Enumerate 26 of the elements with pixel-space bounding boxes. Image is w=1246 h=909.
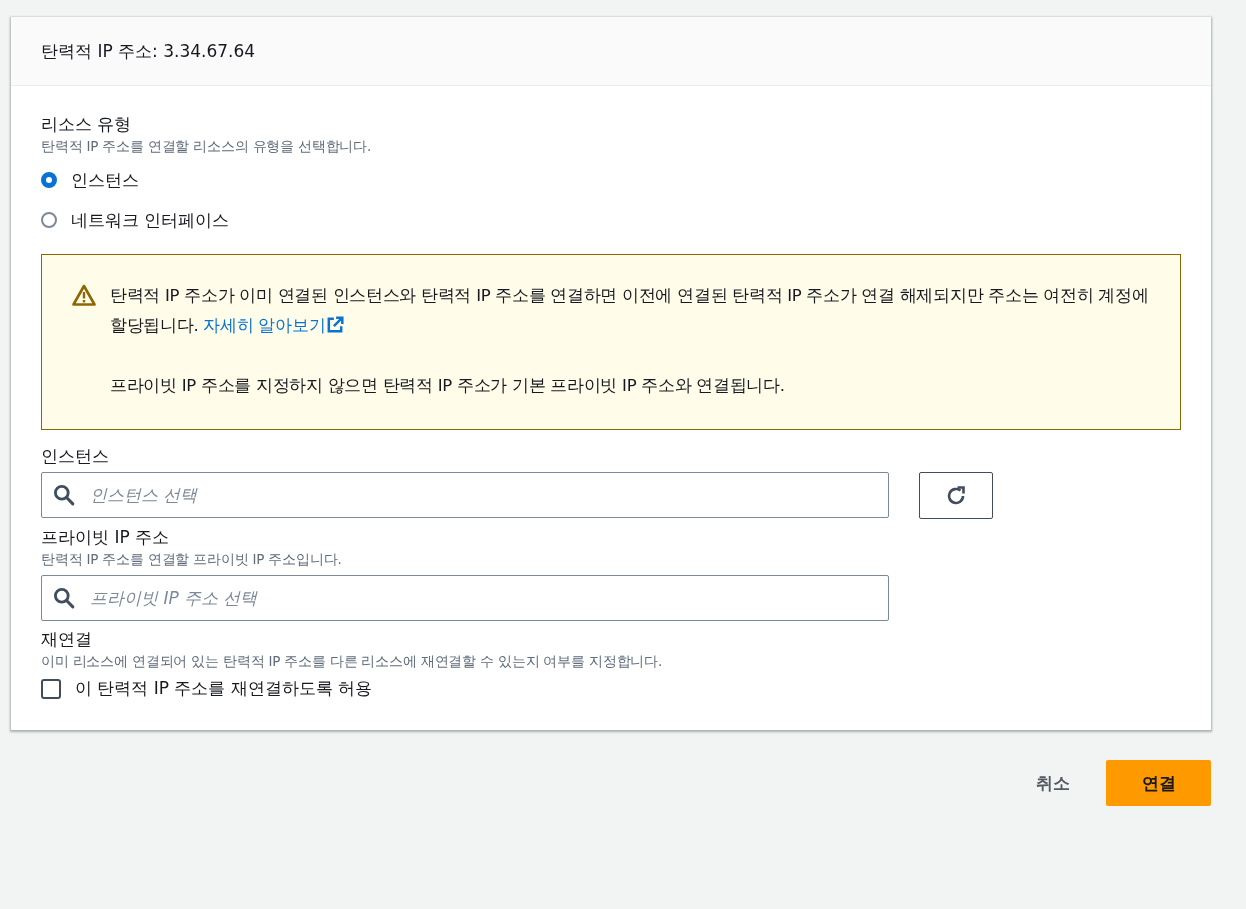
panel-title: 탄력적 IP 주소: 3.34.67.64 bbox=[41, 39, 256, 63]
field-label: 리소스 유형 bbox=[41, 113, 133, 136]
alert-message: 탄력적 IP 주소가 이미 연결된 인스턴스와 탄력적 IP 주소를 연결하면 이전에 연결된 탄력적 IP 주소가 연결 해제되지만 주소는 여전히 계정에 할당됩니다. 자세히 알아보기 bbox=[110, 285, 1150, 337]
instance-search-field[interactable]: 인스턴스 선택 bbox=[41, 472, 889, 518]
radio-button[interactable] bbox=[41, 172, 57, 188]
cancel-button[interactable]: 취소 bbox=[1030, 770, 1076, 796]
field-description: 탄력적 IP 주소를 연결할 프라이빗 IP 주소입니다. bbox=[41, 550, 343, 569]
checkbox[interactable] bbox=[41, 678, 61, 699]
field-label: 프라이빗 IP 주소 bbox=[41, 526, 171, 549]
radio-option[interactable]: 네트워크 인터페이스 bbox=[41, 200, 1181, 240]
external-link-icon bbox=[326, 316, 345, 334]
learn-more-link[interactable]: 자세히 알아보기 bbox=[203, 316, 345, 335]
radio-button[interactable] bbox=[41, 212, 57, 228]
refresh-button[interactable] bbox=[919, 472, 993, 519]
search-icon bbox=[53, 484, 75, 506]
warning-icon bbox=[72, 284, 96, 306]
field-label: 재연결 bbox=[41, 628, 93, 651]
field-description: 이미 리소스에 연결되어 있는 탄력적 IP 주소를 다른 리소스에 재연결할 수 있는지 여부를 지정합니다. bbox=[41, 652, 663, 671]
search-icon bbox=[53, 587, 75, 609]
radio-option[interactable]: 인스턴스 bbox=[41, 160, 1181, 200]
private-ip-search-field[interactable]: 프라이빗 IP 주소 선택 bbox=[41, 575, 889, 621]
field-description: 탄력적 IP 주소를 연결할 리소스의 유형을 선택합니다. bbox=[41, 137, 373, 156]
field-label: 인스턴스 bbox=[41, 445, 110, 468]
associate-button[interactable]: 연결 bbox=[1106, 760, 1211, 806]
alert-note: 프라이빗 IP 주소를 지정하지 않으면 탄력적 IP 주소가 기본 프라이빗 IP 주소와 연결됩니다. bbox=[110, 375, 786, 397]
reassociation-checkbox-option[interactable]: 이 탄력적 IP 주소를 재연결하도록 허용 bbox=[41, 677, 1181, 700]
